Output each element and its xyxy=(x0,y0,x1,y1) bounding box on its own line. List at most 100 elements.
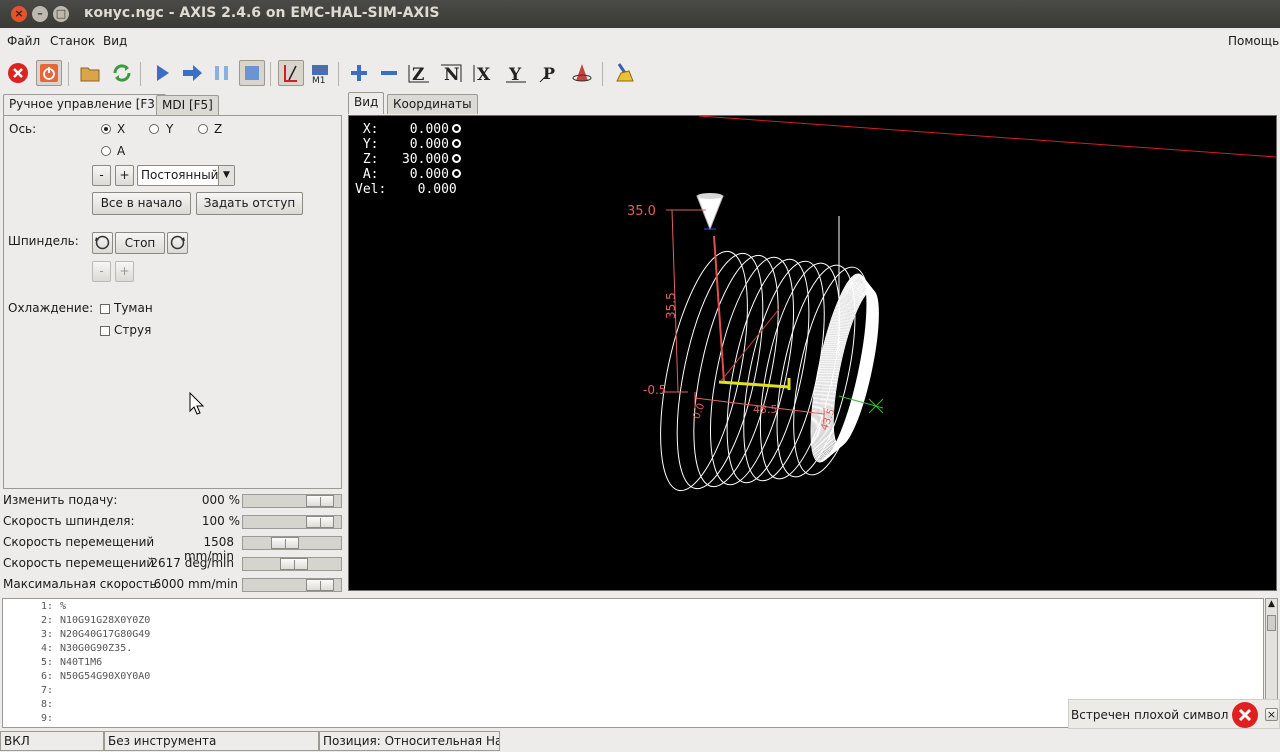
chevron-down-icon: ▼ xyxy=(218,166,234,185)
view-p-icon[interactable]: P xyxy=(536,60,562,86)
scroll-thumb[interactable] xyxy=(1267,615,1276,631)
error-close-button[interactable]: × xyxy=(1265,708,1278,721)
axis-y-label: Y xyxy=(166,122,174,136)
axis-x-radio[interactable] xyxy=(101,124,111,134)
tab-view[interactable]: Вид xyxy=(348,92,385,114)
axis-a-radio[interactable] xyxy=(101,146,111,156)
mouse-cursor-icon xyxy=(189,392,204,415)
max-velocity-slider[interactable] xyxy=(242,578,342,592)
estop-icon[interactable] xyxy=(5,60,31,86)
gcode-line-text: % xyxy=(60,601,67,612)
jog-plus-button[interactable]: + xyxy=(115,165,134,186)
view-x-icon[interactable]: X xyxy=(471,60,497,86)
axis-z-radio[interactable] xyxy=(198,124,208,134)
slider-thumb[interactable] xyxy=(280,558,308,570)
slider-thumb[interactable] xyxy=(306,495,334,507)
menu-view[interactable]: Вид xyxy=(103,34,127,48)
slider-thumb[interactable] xyxy=(306,579,334,591)
minimize-window-icon[interactable]: – xyxy=(32,6,48,22)
block-delete-icon[interactable] xyxy=(278,60,304,86)
slider-thumb[interactable] xyxy=(271,537,299,549)
axis-label: Ось: xyxy=(9,122,37,136)
origin-marker xyxy=(868,398,884,414)
gcode-line-number: 2: xyxy=(40,615,53,626)
mist-checkbox[interactable] xyxy=(100,304,110,314)
gcode-line-number: 3: xyxy=(40,629,53,640)
home-all-button[interactable]: Все в начало xyxy=(92,192,191,215)
error-message: Встречен плохой символ 'с' xyxy=(1071,708,1246,722)
coolant-label: Охлаждение: xyxy=(8,301,94,315)
feed-override-label: Изменить подачу: xyxy=(3,493,118,507)
menu-file[interactable]: Файл xyxy=(7,34,40,48)
clear-plot-icon[interactable] xyxy=(611,60,637,86)
tab-manual[interactable]: Ручное управление [F3] xyxy=(3,94,166,116)
feed-override-slider[interactable] xyxy=(242,494,342,508)
max-velocity-label: Максимальная скорость: xyxy=(3,577,161,591)
axis-x-label: X xyxy=(117,122,126,136)
axis-z-label: Z xyxy=(214,122,223,136)
angular-jog-speed-label: Скорость перемещений xyxy=(3,556,155,570)
spindle-slower-button[interactable]: - xyxy=(92,261,111,282)
touch-off-button[interactable]: Задать отступ xyxy=(196,192,303,215)
toolpath-preview[interactable]: X: 0.000 Y: 0.000 Z: 30.000 A: 0.000 Vel… xyxy=(348,115,1277,591)
spindle-stop-button[interactable]: Стоп xyxy=(115,232,165,254)
spindle-override-slider[interactable] xyxy=(242,515,342,529)
status-position: Позиция: Относительная Наст xyxy=(319,731,500,751)
tab-mdi[interactable]: MDI [F5] xyxy=(156,95,219,115)
axis-a-label: A xyxy=(117,144,126,158)
run-icon[interactable] xyxy=(149,60,175,86)
tool-cone-top xyxy=(697,193,723,199)
flood-checkbox[interactable] xyxy=(100,326,110,336)
spindle-ccw-icon[interactable] xyxy=(92,232,113,254)
scroll-up-icon[interactable]: ▲ xyxy=(1266,599,1277,613)
mist-label: Туман xyxy=(114,301,153,315)
error-icon xyxy=(1232,702,1258,728)
max-velocity-value: 6000 mm/min xyxy=(153,577,238,591)
view-y-icon[interactable]: Y xyxy=(503,60,529,86)
angular-jog-speed-slider[interactable] xyxy=(242,557,342,571)
menu-help[interactable]: Помощь xyxy=(1228,34,1279,48)
view-z-icon[interactable]: Z xyxy=(406,60,432,86)
jog-minus-button[interactable]: - xyxy=(92,165,111,186)
spindle-override-label: Скорость шпинделя: xyxy=(3,514,135,528)
axis-y-radio[interactable] xyxy=(149,124,159,134)
rapid-path-line xyxy=(698,116,1276,158)
reload-icon[interactable] xyxy=(109,60,135,86)
maximize-window-icon[interactable]: □ xyxy=(53,6,69,22)
toolbar: M1 Z N X Y P xyxy=(0,56,1280,92)
rotate-icon[interactable] xyxy=(569,60,595,86)
close-window-icon[interactable]: × xyxy=(11,6,27,22)
svg-text:M1: M1 xyxy=(312,76,326,84)
zoom-in-icon[interactable] xyxy=(346,60,372,86)
dim-z-length-label: 35.5 xyxy=(664,292,678,319)
menu-machine[interactable]: Станок xyxy=(50,34,95,48)
stop-icon[interactable] xyxy=(239,60,265,86)
spindle-label: Шпиндель: xyxy=(8,234,79,248)
slider-thumb[interactable] xyxy=(306,516,334,528)
spindle-faster-button[interactable]: + xyxy=(115,261,134,282)
tab-coordinates[interactable]: Координаты xyxy=(387,94,478,114)
flood-label: Струя xyxy=(114,323,152,337)
status-machine-state: ВКЛ xyxy=(0,731,104,751)
open-file-icon[interactable] xyxy=(77,60,103,86)
tool-cone-icon xyxy=(696,195,724,231)
feed-override-value: 000 % xyxy=(201,493,240,507)
pause-icon[interactable] xyxy=(209,60,235,86)
power-icon[interactable] xyxy=(36,60,62,86)
zoom-out-icon[interactable] xyxy=(376,60,402,86)
jog-speed-slider[interactable] xyxy=(242,536,342,550)
dim-z-top-label: 35.0 xyxy=(627,204,656,219)
gcode-line-text: N20G40G17G80G49 xyxy=(60,629,151,640)
view-z2-icon[interactable]: N xyxy=(438,60,464,86)
gcode-line-number: 9: xyxy=(40,713,53,724)
spindle-override-value: 100 % xyxy=(201,514,240,528)
dim-x-start-label: 0.0 xyxy=(691,402,707,421)
svg-text:Y: Y xyxy=(508,65,522,84)
window-title: конус.ngc - AXIS 2.4.6 on EMC-HAL-SIM-AX… xyxy=(84,5,440,21)
step-icon[interactable] xyxy=(179,60,205,86)
toolpath-canvas: 35.0 35.5 -0.5 0.0 43.5 43.5 xyxy=(627,116,1276,492)
optional-stop-icon[interactable]: M1 xyxy=(307,60,333,86)
spindle-cw-icon[interactable] xyxy=(167,232,188,254)
jog-mode-select[interactable]: Постоянный ▼ xyxy=(137,165,235,186)
svg-text:X: X xyxy=(477,65,491,84)
